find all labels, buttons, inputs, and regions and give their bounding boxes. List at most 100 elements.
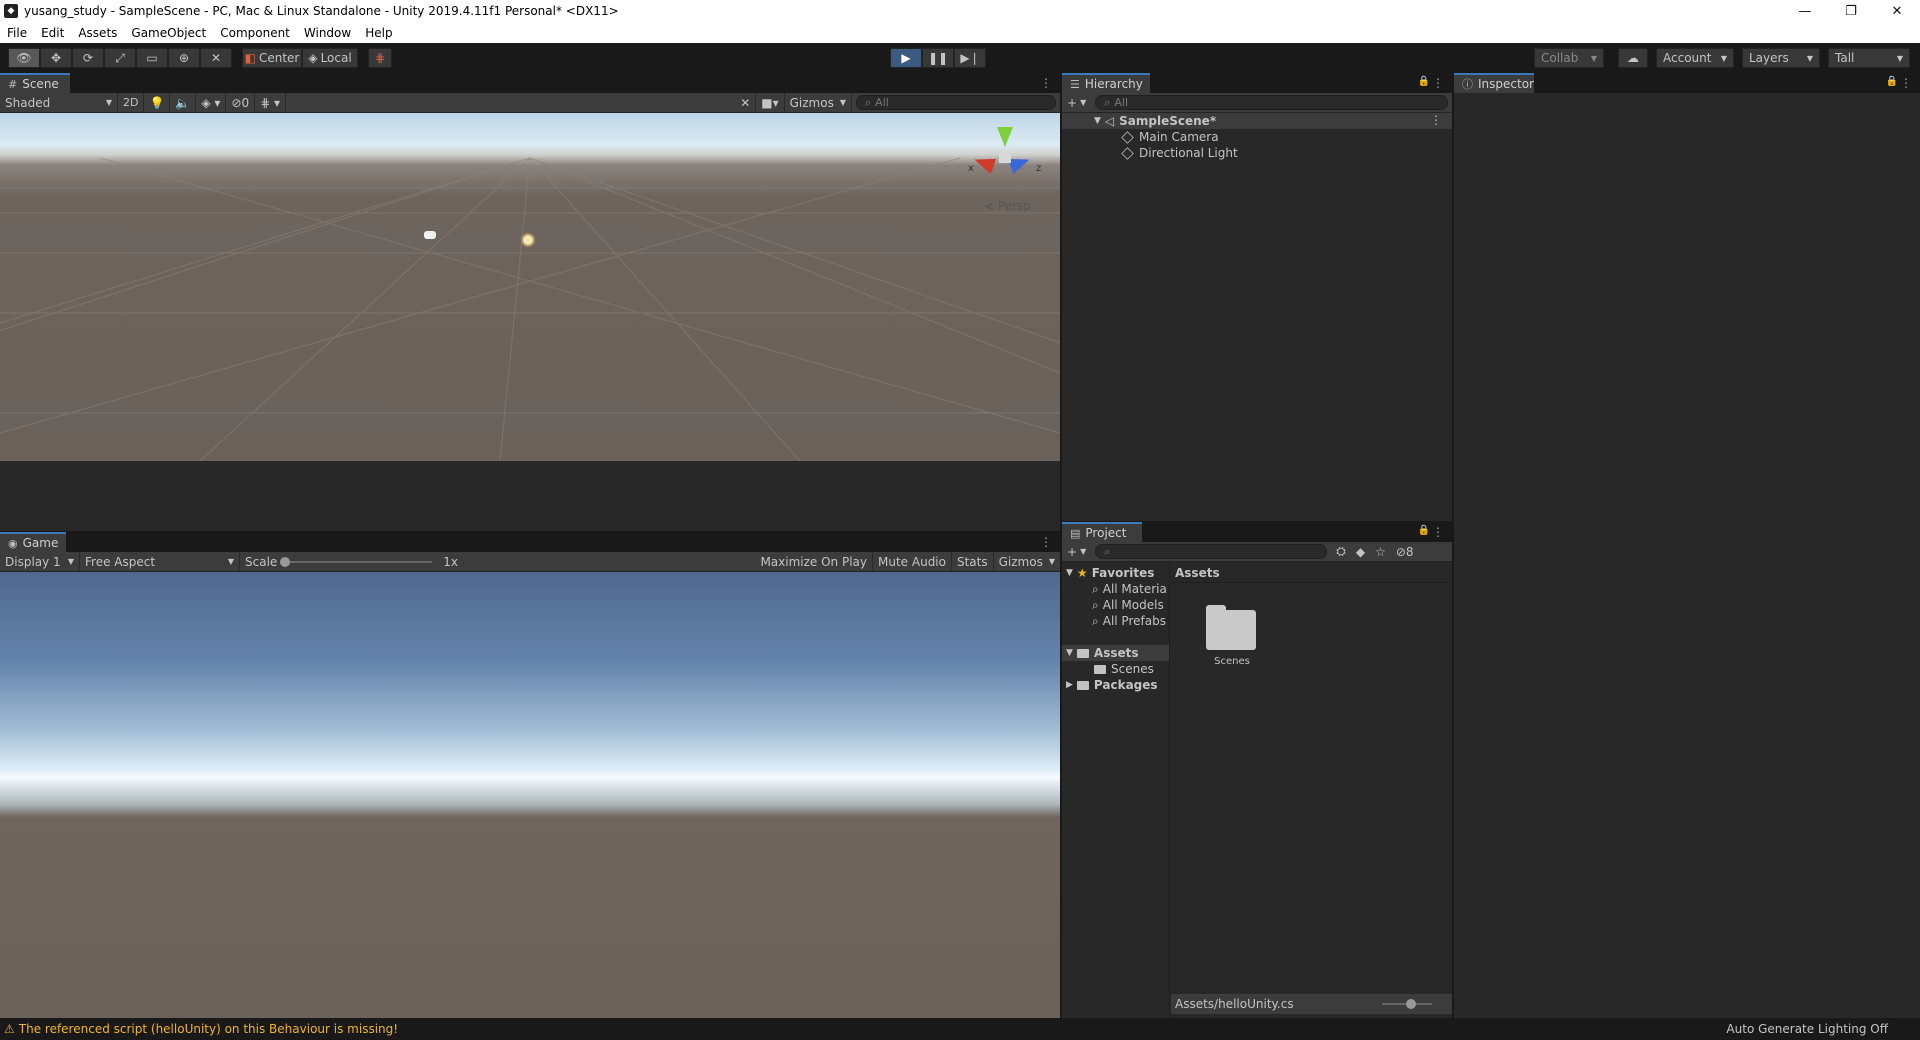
favorites-row[interactable]: ▼ ★ Favorites bbox=[1066, 565, 1154, 581]
favorite-item[interactable]: ⌕ All Models bbox=[1092, 597, 1164, 613]
hierarchy-search-input[interactable]: ⌕ All bbox=[1095, 95, 1448, 110]
scene-search-input[interactable]: ⌕ All bbox=[856, 95, 1056, 110]
chevron-down-icon: ▼ bbox=[105, 98, 112, 107]
tab-game[interactable]: ◉ Game bbox=[0, 532, 66, 552]
menu-window[interactable]: Window bbox=[297, 26, 358, 40]
project-menu-icon[interactable]: ⋮ bbox=[1432, 525, 1444, 539]
maximize-button[interactable]: ❐ bbox=[1828, 0, 1874, 22]
play-button[interactable]: ▶ bbox=[890, 48, 922, 68]
lighting-status[interactable]: Auto Generate Lighting Off bbox=[1726, 1022, 1888, 1036]
packages-row[interactable]: ▶ Packages bbox=[1066, 677, 1158, 693]
menu-gameobject[interactable]: GameObject bbox=[124, 26, 213, 40]
hierarchy-item-directional-light[interactable]: Directional Light bbox=[1121, 145, 1238, 161]
pause-button[interactable]: ❚❚ bbox=[922, 48, 954, 68]
display-dropdown[interactable]: Display 1 ▼ bbox=[0, 551, 80, 572]
menu-component[interactable]: Component bbox=[213, 26, 297, 40]
menu-help[interactable]: Help bbox=[358, 26, 399, 40]
audio-toggle-icon[interactable]: 🔈 bbox=[170, 92, 197, 113]
transform-tool-icon[interactable]: ⊕ bbox=[168, 48, 200, 68]
move-tool-icon[interactable]: ✥ bbox=[40, 48, 72, 68]
menu-file[interactable]: File bbox=[0, 26, 34, 40]
effects-dropdown-icon[interactable]: ◈ ▾ bbox=[196, 92, 227, 113]
game-gizmos-label: Gizmos bbox=[998, 554, 1043, 569]
create-dropdown[interactable]: + ▼ bbox=[1062, 93, 1091, 113]
2d-toggle-button[interactable]: 2D bbox=[118, 92, 145, 113]
scene-row-menu-icon[interactable]: ⋮ bbox=[1430, 113, 1442, 127]
lock-icon[interactable]: 🔒 bbox=[1418, 76, 1430, 87]
light-gizmo-icon[interactable] bbox=[521, 233, 535, 247]
layout-dropdown[interactable]: Tall ▼ bbox=[1828, 48, 1910, 68]
scale-tool-icon[interactable]: ⤢ bbox=[104, 48, 136, 68]
console-message[interactable]: The referenced script (helloUnity) on th… bbox=[19, 1022, 398, 1036]
favorite-item[interactable]: ⌕ All Materia bbox=[1092, 581, 1167, 597]
gizmos-dropdown[interactable]: Gizmos ▼ bbox=[785, 92, 852, 113]
folder-icon bbox=[1076, 648, 1089, 658]
game-gizmos-dropdown[interactable]: Gizmos ▼ bbox=[994, 552, 1060, 572]
custom-tool-icon[interactable]: ✕ bbox=[200, 48, 232, 68]
lock-icon[interactable]: 🔒 bbox=[1886, 76, 1898, 87]
stats-toggle[interactable]: Stats bbox=[952, 551, 994, 572]
camera-gizmo-icon[interactable] bbox=[424, 231, 436, 239]
maximize-on-play-toggle[interactable]: Maximize On Play bbox=[755, 551, 874, 572]
orientation-gizmo[interactable]: x z bbox=[968, 123, 1041, 193]
asset-folder-scenes[interactable]: Scenes bbox=[1192, 600, 1272, 670]
expand-arrow-icon[interactable]: ▼ bbox=[1094, 116, 1101, 126]
expand-arrow-icon[interactable]: ▼ bbox=[1066, 648, 1073, 658]
grid-toggle-icon[interactable]: ⋕ ▾ bbox=[255, 92, 287, 113]
tab-project[interactable]: ▤ Project bbox=[1062, 522, 1142, 542]
lighting-toggle-icon[interactable]: 💡 bbox=[144, 92, 171, 113]
tools-icon[interactable]: ✕ bbox=[735, 92, 757, 113]
game-viewport[interactable] bbox=[0, 572, 1060, 1018]
scene-menu-icon[interactable]: ⋮ bbox=[1040, 76, 1052, 90]
minimize-button[interactable]: — bbox=[1782, 0, 1828, 22]
camera-dropdown-icon[interactable]: ■▾ bbox=[756, 92, 785, 113]
menu-edit[interactable]: Edit bbox=[34, 26, 71, 40]
account-dropdown[interactable]: Account ▼ bbox=[1656, 48, 1734, 68]
mute-audio-toggle[interactable]: Mute Audio bbox=[873, 551, 952, 572]
collapse-arrow-icon[interactable]: ▶ bbox=[1066, 680, 1073, 690]
search-by-type-icon[interactable]: ⛭ bbox=[1331, 542, 1351, 562]
hierarchy-menu-icon[interactable]: ⋮ bbox=[1432, 76, 1444, 90]
slider-thumb[interactable] bbox=[280, 556, 291, 567]
favorite-item[interactable]: ⌕ All Prefabs bbox=[1092, 613, 1166, 629]
close-button[interactable]: ✕ bbox=[1874, 0, 1920, 22]
shading-dropdown[interactable]: Shaded ▼ bbox=[0, 92, 118, 113]
space-toggle-button[interactable]: ◈ Local bbox=[302, 48, 358, 68]
folder-scenes[interactable]: Scenes bbox=[1094, 661, 1154, 677]
aspect-dropdown[interactable]: Free Aspect ▼ bbox=[80, 551, 240, 572]
hidden-objects-toggle[interactable]: ⊘ 0 bbox=[226, 92, 256, 113]
menu-assets[interactable]: Assets bbox=[71, 26, 124, 40]
tab-hierarchy[interactable]: ☰ Hierarchy bbox=[1062, 73, 1150, 93]
rect-tool-icon[interactable]: ▭ bbox=[136, 48, 168, 68]
expand-arrow-icon[interactable]: ▼ bbox=[1066, 568, 1073, 578]
lock-icon[interactable]: 🔒 bbox=[1418, 525, 1430, 536]
y-axis-cone-icon[interactable] bbox=[997, 127, 1013, 147]
hidden-packages-toggle[interactable]: ⊘ 8 bbox=[1391, 542, 1419, 562]
assets-row[interactable]: ▼ Assets bbox=[1062, 645, 1169, 661]
grid-snap-icon[interactable]: ⋕ bbox=[368, 48, 392, 68]
layers-dropdown[interactable]: Layers ▼ bbox=[1742, 48, 1820, 68]
icon-size-thumb[interactable] bbox=[1406, 999, 1416, 1009]
cloud-icon[interactable]: ☁ bbox=[1618, 48, 1648, 68]
game-menu-icon[interactable]: ⋮ bbox=[1040, 535, 1052, 549]
scene-viewport[interactable]: x z ≺ Persp bbox=[0, 113, 1060, 461]
persp-toggle[interactable]: ≺ Persp bbox=[984, 199, 1031, 213]
center-cube-icon[interactable] bbox=[999, 151, 1011, 163]
x-axis-cone-icon[interactable] bbox=[971, 152, 997, 174]
hierarchy-item-main-camera[interactable]: Main Camera bbox=[1121, 129, 1219, 145]
search-by-label-icon[interactable]: ◆ bbox=[1351, 542, 1370, 562]
scale-slider[interactable] bbox=[280, 552, 433, 572]
view-tool-icon[interactable]: 👁 bbox=[8, 48, 40, 68]
collab-dropdown[interactable]: Collab ▼ bbox=[1534, 48, 1604, 68]
tab-scene[interactable]: # Scene bbox=[0, 73, 70, 93]
project-search-input[interactable]: ⌕ bbox=[1095, 544, 1328, 559]
project-create-dropdown[interactable]: + ▼ bbox=[1062, 542, 1091, 562]
inspector-menu-icon[interactable]: ⋮ bbox=[1900, 76, 1912, 90]
pivot-toggle-button[interactable]: ◧ Center bbox=[242, 48, 302, 68]
tab-inspector[interactable]: ⓘ Inspector bbox=[1454, 73, 1534, 93]
scene-row[interactable]: ▼ ◁ SampleScene* ⋮ bbox=[1062, 113, 1452, 129]
favorite-star-icon[interactable]: ☆ bbox=[1370, 542, 1391, 562]
z-axis-cone-icon[interactable] bbox=[1007, 152, 1033, 174]
rotate-tool-icon[interactable]: ⟳ bbox=[72, 48, 104, 68]
step-button[interactable]: ▶❘ bbox=[954, 48, 986, 68]
